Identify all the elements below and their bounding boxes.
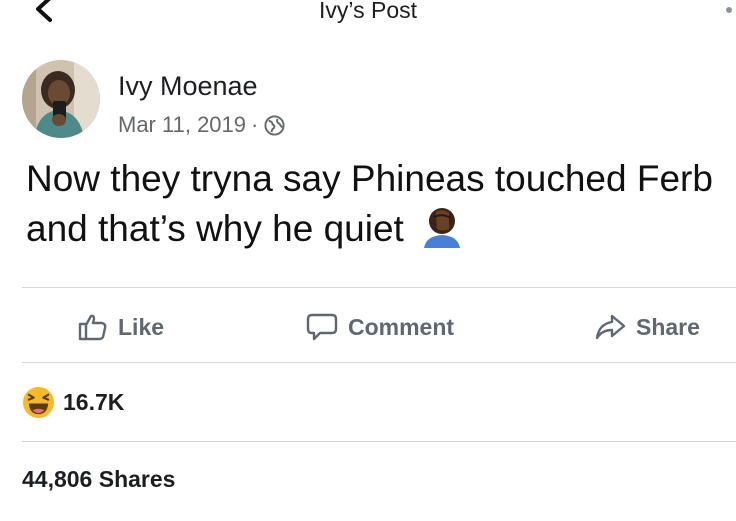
avatar-photo: [22, 60, 100, 138]
like-button[interactable]: Like: [78, 310, 164, 344]
more-dot-icon[interactable]: [726, 7, 732, 13]
divider: [22, 287, 736, 288]
globe-icon: [264, 114, 285, 136]
shares-count[interactable]: 44,806 Shares: [22, 466, 175, 493]
author-avatar[interactable]: [22, 60, 100, 138]
top-bar: Ivy’s Post: [0, 0, 736, 28]
post-text: Now they tryna say Phineas touched Ferb …: [26, 154, 726, 254]
thumbs-up-icon: [78, 314, 107, 341]
comment-button[interactable]: Comment: [306, 310, 454, 344]
share-label: Share: [636, 313, 700, 340]
like-label: Like: [118, 313, 165, 340]
share-arrow-icon: [595, 314, 626, 340]
post-date[interactable]: Mar 11, 2019: [118, 112, 246, 138]
post-body: Now they tryna say Phineas touched Ferb …: [26, 158, 713, 249]
share-button[interactable]: Share: [594, 310, 700, 344]
comment-label: Comment: [348, 313, 455, 340]
haha-reaction-icon: [22, 386, 55, 419]
post-meta: Mar 11, 2019 ·: [118, 112, 285, 138]
face-palm-emoji: [424, 208, 461, 248]
reactions-summary[interactable]: 16.7K: [22, 386, 124, 419]
divider: [22, 441, 736, 442]
meta-separator: ·: [251, 112, 259, 137]
comment-icon: [306, 313, 338, 341]
divider: [22, 362, 736, 363]
author-name[interactable]: Ivy Moenae: [118, 71, 258, 102]
reaction-count: 16.7K: [63, 389, 125, 415]
page-title: Ivy’s Post: [319, 0, 417, 23]
